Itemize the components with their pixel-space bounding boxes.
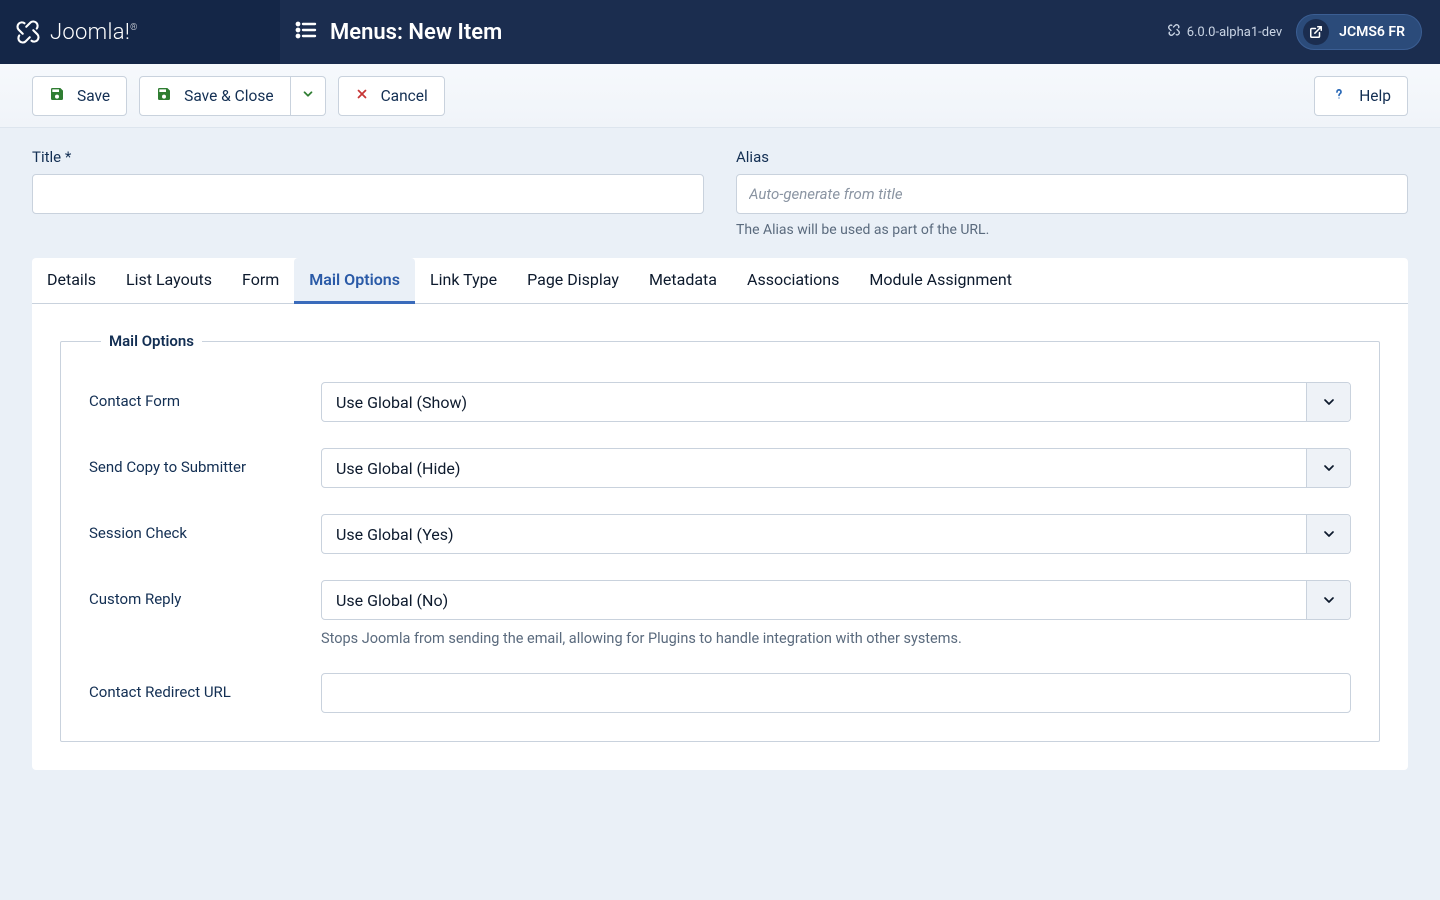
- cancel-label: Cancel: [381, 87, 428, 105]
- save-button[interactable]: Save: [32, 76, 127, 116]
- session-check-label: Session Check: [89, 514, 321, 542]
- title-row: Title * Alias The Alias will be used as …: [32, 148, 1408, 238]
- custom-reply-label: Custom Reply: [89, 580, 321, 608]
- tab-panel: Mail Options Contact Form Use Global (Sh…: [32, 304, 1408, 770]
- contact-form-select[interactable]: Use Global (Show): [321, 382, 1351, 422]
- save-icon: [156, 86, 172, 106]
- tab-associations[interactable]: Associations: [732, 258, 854, 304]
- tab-module-assignment[interactable]: Module Assignment: [854, 258, 1027, 304]
- chevron-down-icon: [1306, 581, 1350, 619]
- brand-name: Joomla!®: [50, 20, 138, 45]
- page-title-area: Menus: New Item: [280, 18, 1167, 46]
- page-title: Menus: New Item: [330, 20, 502, 45]
- content-area: Title * Alias The Alias will be used as …: [0, 128, 1440, 810]
- alias-help-text: The Alias will be used as part of the UR…: [736, 222, 1408, 238]
- title-label: Title *: [32, 148, 704, 166]
- list-icon: [294, 18, 318, 46]
- header-right: 6.0.0-alpha1-dev JCMS6 FR: [1167, 14, 1440, 50]
- external-link-icon: [1303, 19, 1329, 45]
- save-close-group: Save & Close: [139, 76, 325, 116]
- site-link-badge[interactable]: JCMS6 FR: [1296, 14, 1422, 50]
- chevron-down-icon: [301, 87, 315, 105]
- custom-reply-value: Use Global (No): [322, 591, 1306, 610]
- version-text: 6.0.0-alpha1-dev: [1187, 25, 1282, 40]
- chevron-down-icon: [1306, 449, 1350, 487]
- brand-area[interactable]: Joomla!®: [0, 0, 280, 64]
- alias-label: Alias: [736, 148, 1408, 166]
- save-close-button[interactable]: Save & Close: [139, 76, 290, 116]
- cancel-button[interactable]: Cancel: [338, 76, 445, 116]
- tab-link-type[interactable]: Link Type: [415, 258, 512, 304]
- tab-details[interactable]: Details: [32, 258, 111, 304]
- question-icon: [1331, 86, 1347, 106]
- save-close-dropdown[interactable]: [291, 76, 326, 116]
- title-input[interactable]: [32, 174, 704, 214]
- send-copy-label: Send Copy to Submitter: [89, 448, 321, 476]
- send-copy-value: Use Global (Hide): [322, 459, 1306, 478]
- close-icon: [355, 87, 369, 105]
- fieldset-legend: Mail Options: [101, 332, 202, 350]
- save-icon: [49, 86, 65, 106]
- version-badge[interactable]: 6.0.0-alpha1-dev: [1167, 23, 1282, 41]
- joomla-mini-icon: [1167, 23, 1181, 41]
- redirect-url-label: Contact Redirect URL: [89, 673, 321, 701]
- session-check-select[interactable]: Use Global (Yes): [321, 514, 1351, 554]
- toolbar: Save Save & Close Cancel Help: [0, 64, 1440, 128]
- save-label: Save: [77, 87, 110, 105]
- session-check-value: Use Global (Yes): [322, 525, 1306, 544]
- site-name: JCMS6 FR: [1339, 24, 1405, 40]
- tab-list-layouts[interactable]: List Layouts: [111, 258, 227, 304]
- help-button[interactable]: Help: [1314, 76, 1408, 116]
- redirect-url-input[interactable]: [321, 673, 1351, 713]
- send-copy-select[interactable]: Use Global (Hide): [321, 448, 1351, 488]
- custom-reply-desc: Stops Joomla from sending the email, all…: [321, 630, 1351, 647]
- tab-bar: Details List Layouts Form Mail Options L…: [32, 258, 1408, 304]
- alias-input[interactable]: [736, 174, 1408, 214]
- help-label: Help: [1359, 87, 1391, 105]
- chevron-down-icon: [1306, 383, 1350, 421]
- tab-metadata[interactable]: Metadata: [634, 258, 732, 304]
- tab-page-display[interactable]: Page Display: [512, 258, 634, 304]
- mail-options-fieldset: Mail Options Contact Form Use Global (Sh…: [60, 332, 1380, 742]
- contact-form-value: Use Global (Show): [322, 393, 1306, 412]
- tab-form[interactable]: Form: [227, 258, 294, 304]
- save-close-label: Save & Close: [184, 87, 273, 105]
- tab-mail-options[interactable]: Mail Options: [294, 258, 415, 304]
- joomla-logo-icon: [14, 18, 42, 46]
- custom-reply-select[interactable]: Use Global (No): [321, 580, 1351, 620]
- chevron-down-icon: [1306, 515, 1350, 553]
- app-header: Joomla!® Menus: New Item: [0, 0, 1440, 64]
- contact-form-label: Contact Form: [89, 382, 321, 410]
